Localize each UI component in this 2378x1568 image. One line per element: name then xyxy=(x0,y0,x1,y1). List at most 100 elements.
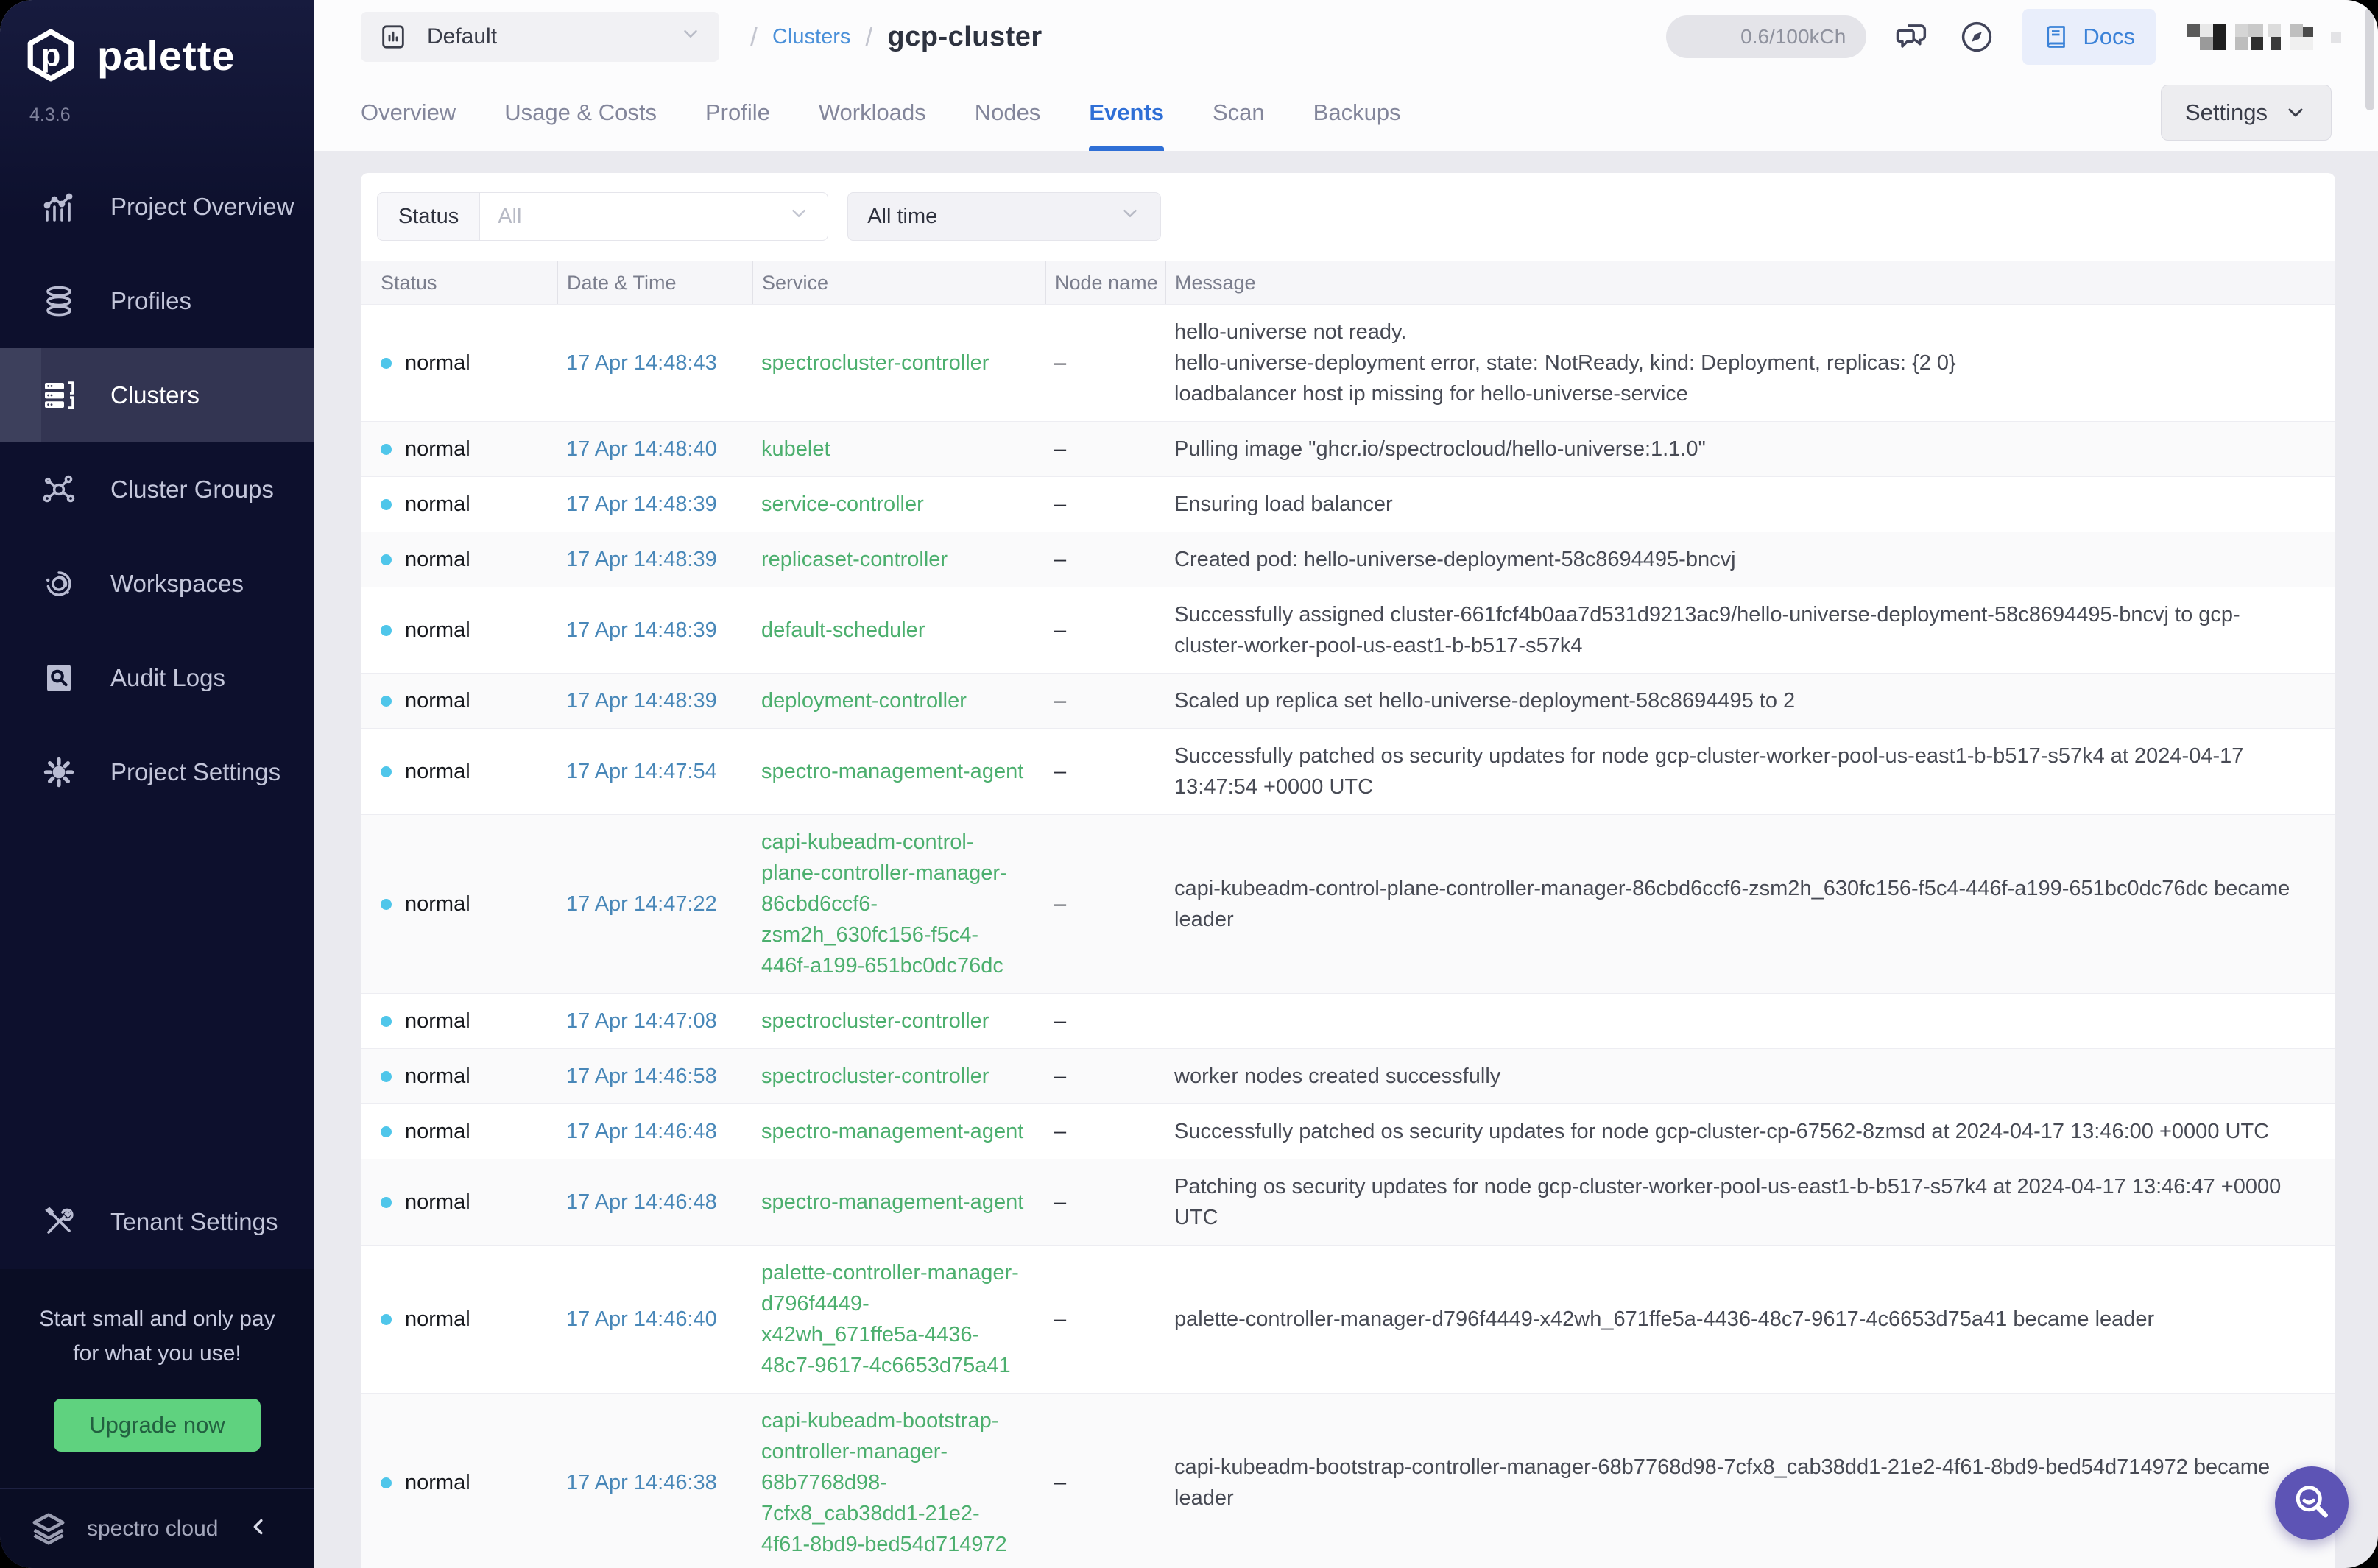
tab-scan[interactable]: Scan xyxy=(1213,74,1265,151)
search-smile-icon xyxy=(2290,1481,2334,1525)
status-cell: normal xyxy=(372,339,557,387)
status-filter-select[interactable]: All xyxy=(479,192,828,241)
date-time-cell: 17 Apr 14:47:54 xyxy=(557,748,752,796)
date-time-cell: 17 Apr 14:48:39 xyxy=(557,677,752,725)
table-row[interactable]: normal 17 Apr 14:47:08 spectrocluster-co… xyxy=(361,993,2335,1048)
sidebar-item-tenant-settings[interactable]: Tenant Settings xyxy=(0,1175,314,1269)
sidebar-item-label: Profiles xyxy=(110,287,191,315)
tab-usage-costs[interactable]: Usage & Costs xyxy=(504,74,657,151)
status-dot xyxy=(381,899,392,910)
sidebar-item-clusters[interactable]: Clusters xyxy=(0,348,314,442)
date-time-cell: 17 Apr 14:47:22 xyxy=(557,880,752,928)
status-label: normal xyxy=(405,1190,470,1215)
service-cell: spectro-management-agent xyxy=(752,744,1045,799)
service-cell: service-controller xyxy=(752,477,1045,532)
sidebar-item-cluster-groups[interactable]: Cluster Groups xyxy=(0,442,314,537)
table-body: normal 17 Apr 14:48:43 spectrocluster-co… xyxy=(361,304,2335,1568)
date-time-cell: 17 Apr 14:48:43 xyxy=(557,339,752,387)
node-name-cell: – xyxy=(1045,677,1165,725)
tab-profile[interactable]: Profile xyxy=(705,74,770,151)
audit-log-icon xyxy=(41,660,77,696)
message-cell: hello-universe not ready.hello-universe-… xyxy=(1165,305,2324,421)
breadcrumb-link-clusters[interactable]: Clusters xyxy=(772,25,850,49)
table-row[interactable]: normal 17 Apr 14:47:22 capi-kubeadm-cont… xyxy=(361,814,2335,993)
table-row[interactable]: normal 17 Apr 14:48:39 replicaset-contro… xyxy=(361,532,2335,587)
chat-icon[interactable] xyxy=(1893,18,1931,56)
node-name-cell: – xyxy=(1045,880,1165,928)
docs-button[interactable]: Docs xyxy=(2022,9,2156,65)
node-name-cell: – xyxy=(1045,536,1165,584)
message-cell: Ensuring load balancer xyxy=(1165,477,2324,532)
service-cell: spectrocluster-controller xyxy=(752,1049,1045,1103)
date-time-cell: 17 Apr 14:48:39 xyxy=(557,481,752,529)
sidebar-nav: Project Overview Profiles xyxy=(0,160,314,819)
date-time-cell: 17 Apr 14:46:38 xyxy=(557,1459,752,1507)
status-cell: normal xyxy=(372,1053,557,1101)
tab-nodes[interactable]: Nodes xyxy=(975,74,1041,151)
tab-workloads[interactable]: Workloads xyxy=(819,74,926,151)
status-cell: normal xyxy=(372,425,557,473)
upgrade-now-button[interactable]: Upgrade now xyxy=(54,1399,260,1452)
tab-overview[interactable]: Overview xyxy=(361,74,456,151)
sidebar-item-audit-logs[interactable]: Audit Logs xyxy=(0,631,314,725)
table-row[interactable]: normal 17 Apr 14:48:39 deployment-contro… xyxy=(361,673,2335,728)
sidebar-item-project-overview[interactable]: Project Overview xyxy=(0,160,314,254)
table-row[interactable]: normal 17 Apr 14:47:54 spectro-managemen… xyxy=(361,728,2335,814)
status-label: normal xyxy=(405,1471,470,1495)
table-row[interactable]: normal 17 Apr 14:48:39 default-scheduler… xyxy=(361,587,2335,673)
table-row[interactable]: normal 17 Apr 14:46:58 spectrocluster-co… xyxy=(361,1048,2335,1103)
breadcrumb-separator: / xyxy=(750,21,758,52)
footer-brand-name: spectro cloud xyxy=(87,1516,218,1541)
status-filter-value: All xyxy=(498,205,521,229)
message-cell: Created pod: hello-universe-deployment-5… xyxy=(1165,532,2324,587)
sidebar-item-project-settings[interactable]: Project Settings xyxy=(0,725,314,819)
gear-icon xyxy=(41,755,77,790)
collapse-sidebar-chevron-icon[interactable] xyxy=(247,1514,272,1543)
status-dot xyxy=(381,1071,392,1082)
time-range-select[interactable]: All time xyxy=(847,192,1161,241)
table-row[interactable]: normal 17 Apr 14:46:38 capi-kubeadm-boot… xyxy=(361,1393,2335,1568)
status-label: normal xyxy=(405,492,470,517)
promo-text: Start small and only pay for what you us… xyxy=(32,1302,283,1371)
settings-button[interactable]: Settings xyxy=(2161,85,2332,141)
scrollbar-thumb[interactable] xyxy=(2365,7,2374,110)
message-cell: capi-kubeadm-control-plane-controller-ma… xyxy=(1165,861,2324,947)
node-name-cell: – xyxy=(1045,339,1165,387)
sidebar-item-label: Project Settings xyxy=(110,758,281,786)
service-cell: deployment-controller xyxy=(752,674,1045,728)
status-cell: normal xyxy=(372,997,557,1045)
support-search-fab[interactable] xyxy=(2275,1466,2349,1540)
status-label: normal xyxy=(405,351,470,375)
column-header-status: Status xyxy=(372,261,557,304)
service-cell: kubelet xyxy=(752,422,1045,476)
node-name-cell: – xyxy=(1045,1459,1165,1507)
table-row[interactable]: normal 17 Apr 14:48:39 service-controlle… xyxy=(361,476,2335,532)
column-header-node-name: Node name xyxy=(1045,261,1165,304)
tab-backups[interactable]: Backups xyxy=(1313,74,1401,151)
sidebar-item-label: Audit Logs xyxy=(110,664,225,692)
spectro-cloud-logo xyxy=(28,1508,69,1550)
status-label: normal xyxy=(405,437,470,462)
node-name-cell: – xyxy=(1045,1108,1165,1156)
compass-icon[interactable] xyxy=(1958,18,1996,56)
table-row[interactable]: normal 17 Apr 14:46:48 spectro-managemen… xyxy=(361,1103,2335,1159)
sidebar-item-workspaces[interactable]: Workspaces xyxy=(0,537,314,631)
status-label: normal xyxy=(405,548,470,572)
table-row[interactable]: normal 17 Apr 14:48:40 kubelet – Pulling… xyxy=(361,421,2335,476)
top-bar-actions: 0.6/100kCh xyxy=(1666,9,2346,65)
tools-icon xyxy=(41,1204,77,1240)
service-cell: spectro-management-agent xyxy=(752,1175,1045,1229)
table-row[interactable]: normal 17 Apr 14:46:40 palette-controlle… xyxy=(361,1245,2335,1393)
column-header-date-time: Date & Time xyxy=(557,261,752,304)
sidebar-item-profiles[interactable]: Profiles xyxy=(0,254,314,348)
service-cell: default-scheduler xyxy=(752,603,1045,657)
status-filter-label: Status xyxy=(377,192,479,241)
brand-name: palette xyxy=(97,32,236,80)
svg-text:p: p xyxy=(41,38,60,73)
project-selector[interactable]: Default xyxy=(361,12,719,62)
table-row[interactable]: normal 17 Apr 14:46:48 spectro-managemen… xyxy=(361,1159,2335,1245)
status-label: normal xyxy=(405,1120,470,1144)
table-row[interactable]: normal 17 Apr 14:48:43 spectrocluster-co… xyxy=(361,304,2335,421)
tab-events[interactable]: Events xyxy=(1089,74,1164,151)
book-icon xyxy=(2043,24,2070,50)
